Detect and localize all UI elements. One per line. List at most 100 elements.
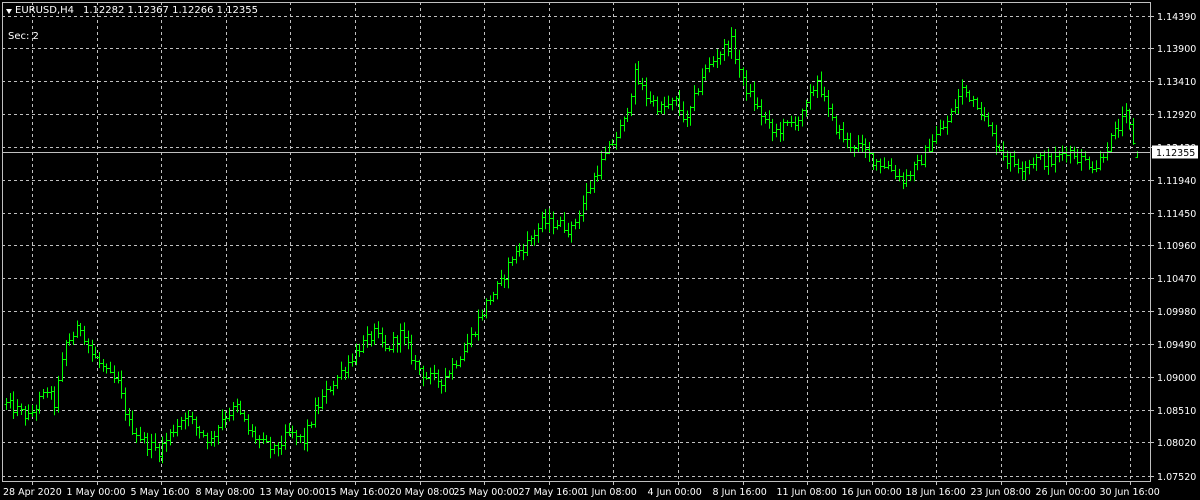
ohlc-bar xyxy=(313,397,318,428)
ohlc-bar xyxy=(1124,103,1129,124)
ohlc-bar xyxy=(800,108,805,127)
ohlc-bar xyxy=(510,256,515,266)
ohlc-bar xyxy=(588,180,593,194)
ohlc-bar xyxy=(465,333,470,353)
ohlc-bar xyxy=(834,115,839,135)
ohlc-bar xyxy=(1027,159,1032,175)
y-tick-label: 1.11450 xyxy=(1157,209,1196,220)
chart-menu-triangle-icon[interactable] xyxy=(6,8,12,14)
ohlc-bar xyxy=(138,426,143,442)
indicator-label: Sec: 2 xyxy=(8,31,39,42)
ohlc-bar xyxy=(157,443,162,463)
ohlc-bar xyxy=(19,403,24,416)
x-tick-label: 27 May 16:00 xyxy=(519,487,584,498)
ohlc-bar xyxy=(529,235,534,246)
ohlc-bar xyxy=(67,333,72,346)
ohlc-bar xyxy=(276,442,281,457)
ohlc-bar xyxy=(536,223,541,243)
ohlc-bar xyxy=(372,323,377,345)
ohlc-bar xyxy=(499,269,504,287)
plot-frame xyxy=(2,2,1151,482)
ohlc-bar xyxy=(45,387,50,398)
ohlc-bar xyxy=(424,372,429,380)
ohlc-bar xyxy=(908,170,913,182)
ohlc-bar xyxy=(867,142,872,162)
ohlc-bar xyxy=(711,56,716,68)
ohlc-bar xyxy=(1034,154,1039,171)
ohlc-bar xyxy=(1060,145,1065,161)
ohlc-bar xyxy=(71,331,76,346)
ohlc-bar xyxy=(268,436,273,459)
ohlc-bar xyxy=(1094,160,1099,173)
price-chart[interactable]: 1.143901.139001.134101.129201.124301.119… xyxy=(0,0,1200,500)
ohlc-bar xyxy=(23,405,28,426)
ohlc-bar xyxy=(767,110,772,129)
ohlc-bar xyxy=(1001,141,1006,161)
ohlc-bar xyxy=(335,375,340,389)
ohlc-bar xyxy=(666,95,671,109)
x-tick-label: 15 May 16:00 xyxy=(325,487,390,498)
ohlc-bar xyxy=(945,115,950,135)
ohlc-bar xyxy=(592,172,597,193)
ohlc-bar xyxy=(573,218,578,230)
ohlc-bar xyxy=(123,387,128,421)
ohlc-bar xyxy=(841,121,846,143)
x-tick-label: 23 Jun 08:00 xyxy=(971,487,1031,498)
ohlc-bar xyxy=(502,274,507,289)
ohlc-bar xyxy=(93,346,98,359)
ohlc-bar xyxy=(837,124,842,140)
ohlc-bar xyxy=(171,424,176,438)
ohlc-bar xyxy=(302,427,307,451)
ohlc-bar xyxy=(1090,161,1095,174)
ohlc-bar xyxy=(339,361,344,380)
ohlc-bar xyxy=(1064,146,1069,163)
x-tick-label: 18 Jun 16:00 xyxy=(906,487,966,498)
x-tick-label: 5 May 16:00 xyxy=(131,487,190,498)
ohlc-bar xyxy=(443,367,448,393)
ohlc-bar xyxy=(964,85,969,98)
ohlc-bar xyxy=(264,435,269,444)
y-tick-label: 1.09490 xyxy=(1157,340,1196,351)
ohlc-bar xyxy=(357,343,362,358)
ohlc-bar xyxy=(930,134,935,153)
ohlc-bar xyxy=(1016,158,1021,174)
ohlc-bar xyxy=(197,425,202,439)
ohlc-bar xyxy=(893,165,898,180)
ohlc-bar xyxy=(212,430,217,447)
ohlc-bar xyxy=(971,95,976,108)
ohlc-bar xyxy=(149,433,154,459)
ohlc-bar xyxy=(205,432,210,450)
ohlc-bar xyxy=(863,138,868,158)
ohlc-bar xyxy=(179,416,184,430)
chart-header: EURUSD,H4 1.12282 1.12367 1.12266 1.1235… xyxy=(6,5,258,43)
ohlc-bar xyxy=(562,212,567,233)
ohlc-bar xyxy=(603,146,608,161)
ohlc-bar xyxy=(86,338,91,354)
ohlc-bar xyxy=(462,342,467,362)
ohlc-bar xyxy=(718,51,723,65)
ohlc-bar xyxy=(975,97,980,110)
ohlc-bar xyxy=(655,96,660,115)
ohlc-bar xyxy=(246,414,251,435)
y-tick-label: 1.07520 xyxy=(1157,472,1196,483)
ohlc-bar xyxy=(581,195,586,222)
ohlc-bar xyxy=(934,126,939,144)
ohlc-bar xyxy=(785,120,790,126)
ohlc-bar xyxy=(52,386,57,416)
ohlc-bar xyxy=(272,443,277,455)
ohlc-bar xyxy=(309,421,314,429)
x-tick-label: 1 Jun 08:00 xyxy=(583,487,637,498)
y-tick-label: 1.11940 xyxy=(1157,176,1196,187)
ohlc-bar xyxy=(882,157,887,169)
ohlc-bar xyxy=(755,97,760,110)
ohlc-bar xyxy=(391,332,396,353)
ohlc-bar xyxy=(398,323,403,353)
ohlc-bar xyxy=(78,322,83,337)
ohlc-bar xyxy=(960,79,965,105)
ohlc-bar xyxy=(659,101,664,114)
ohlc-bar xyxy=(685,110,690,127)
ohlc-bar xyxy=(257,435,262,449)
ohlc-bar xyxy=(101,359,106,372)
ohlc-bar xyxy=(733,29,738,65)
ohlc-bar xyxy=(1113,121,1118,140)
